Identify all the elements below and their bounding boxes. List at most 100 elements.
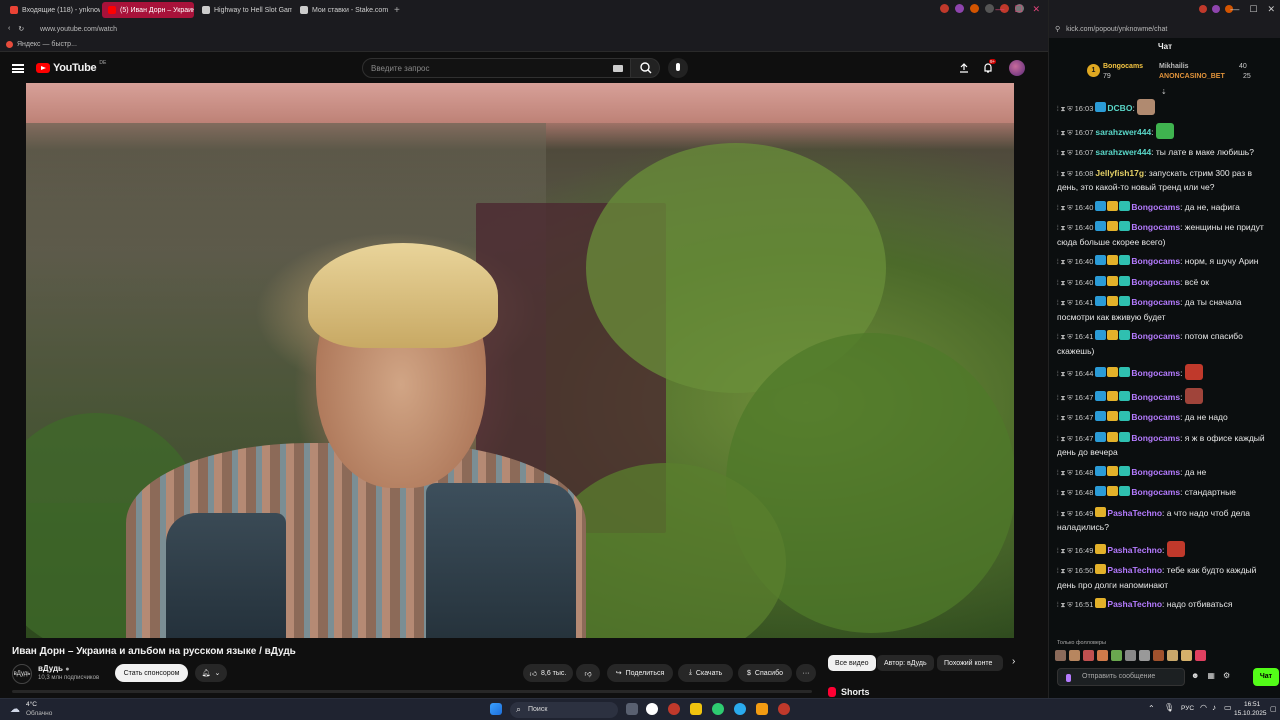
message-username[interactable]: Bongocams [1131, 331, 1180, 341]
emote-icon[interactable] [1167, 650, 1178, 661]
message-username[interactable]: Bongocams [1131, 277, 1180, 287]
wifi-icon[interactable]: ◠ [1200, 703, 1207, 712]
moderation-icon[interactable]: ⦙ ⧗ ⛨ [1057, 395, 1073, 402]
moderation-icon[interactable]: ⦙ ⧗ ⛨ [1057, 106, 1073, 113]
search-input[interactable]: Введите запрос [362, 58, 632, 78]
chip-similar[interactable]: Похожий конте [937, 655, 1003, 671]
message-username[interactable]: DCBO [1107, 103, 1132, 113]
chip-all-videos[interactable]: Все видео [828, 655, 876, 671]
keyboard-icon[interactable] [613, 65, 623, 72]
moderation-icon[interactable]: ⦙ ⧗ ⛨ [1057, 568, 1073, 575]
tray-chevron-icon[interactable]: ⌃ [1148, 704, 1155, 713]
moderation-icon[interactable]: ⦙ ⧗ ⛨ [1057, 300, 1073, 307]
windows-start-icon[interactable] [490, 703, 502, 715]
menu-icon[interactable] [12, 64, 24, 73]
moderation-icon[interactable]: ⦙ ⧗ ⛨ [1057, 371, 1073, 378]
mic-icon[interactable] [1066, 674, 1071, 682]
new-tab-button[interactable]: + [394, 5, 400, 16]
minimize-icon[interactable]: — [995, 4, 1004, 15]
emote-icon[interactable] [1097, 650, 1108, 661]
message-username[interactable]: PashaTechno [1107, 508, 1162, 518]
emote-icon[interactable] [1195, 650, 1206, 661]
message-username[interactable]: Bongocams [1131, 487, 1180, 497]
language-indicator[interactable]: РУС [1181, 705, 1194, 712]
close-icon[interactable]: ✕ [1032, 4, 1040, 15]
extension-icon[interactable] [970, 4, 979, 13]
message-username[interactable]: PashaTechno [1107, 599, 1162, 609]
message-username[interactable]: Jellyfish17g [1095, 168, 1144, 178]
leader-first-name[interactable]: Bongocams [1103, 63, 1143, 70]
extension-icon[interactable] [1212, 5, 1220, 13]
message-username[interactable]: Bongocams [1131, 202, 1180, 212]
channel-name[interactable]: вДудь ● [38, 664, 69, 673]
minimize-icon[interactable]: — [1230, 4, 1239, 15]
voice-search-icon[interactable] [668, 58, 688, 78]
file-explorer-icon[interactable] [690, 703, 702, 715]
close-icon[interactable]: ✕ [1267, 4, 1275, 15]
maximize-icon[interactable]: ☐ [1249, 4, 1257, 15]
search-button[interactable] [630, 58, 660, 78]
message-username[interactable]: PashaTechno [1107, 545, 1162, 555]
scroll-down-icon[interactable]: ⇣ [1161, 88, 1167, 96]
thanks-button[interactable]: $ Спасибо [738, 664, 792, 682]
extension-icon[interactable] [955, 4, 964, 13]
message-username[interactable]: Bongocams [1131, 222, 1180, 232]
emote-icon[interactable] [1069, 650, 1080, 661]
message-username[interactable]: Bongocams [1131, 433, 1180, 443]
message-username[interactable]: Bongocams [1131, 256, 1180, 266]
emote-icon[interactable] [1153, 650, 1164, 661]
mic-tray-icon[interactable]: 🎙︎ [1164, 703, 1174, 712]
youtube-logo[interactable]: YouTube DE [36, 60, 106, 74]
upload-icon[interactable] [958, 62, 970, 74]
extension-icon[interactable] [985, 4, 994, 13]
opera-icon[interactable] [668, 703, 680, 715]
taskbar-search[interactable]: Поиск [510, 702, 618, 718]
moderation-icon[interactable]: ⦙ ⧗ ⛨ [1057, 130, 1073, 137]
browser-tab[interactable]: (5) Иван Дорн – Украина [102, 2, 194, 18]
browser-tab[interactable]: Highway to Hell Slot Gam [196, 2, 292, 18]
browser-tab[interactable]: Мои ставки - Stake.com [294, 2, 390, 18]
chat-url-field[interactable]: kick.com/popout/ynknowme/chat [1066, 26, 1167, 33]
like-button[interactable]: 👍︎ 8,6 тыс. [523, 664, 573, 682]
message-username[interactable]: Bongocams [1131, 297, 1180, 307]
bookmark-item[interactable]: Яндекс — быстр... [17, 41, 77, 48]
sticky-notes-icon[interactable] [756, 703, 768, 715]
moderation-icon[interactable]: ⦙ ⧗ ⛨ [1057, 225, 1073, 232]
moderation-icon[interactable]: ⦙ ⧗ ⛨ [1057, 280, 1073, 287]
emote-icon[interactable] [1083, 650, 1094, 661]
video-player[interactable] [26, 83, 1014, 638]
back-icon[interactable]: ‹ [8, 25, 10, 33]
share-button[interactable]: ↪ Поделиться [607, 664, 673, 682]
emote-icon[interactable] [1139, 650, 1150, 661]
moderation-icon[interactable]: ⦙ ⧗ ⛨ [1057, 150, 1073, 157]
emote-icon[interactable] [1125, 650, 1136, 661]
leader-second-name[interactable]: Mikhailis [1159, 63, 1189, 70]
moderation-icon[interactable]: ⦙ ⧗ ⛨ [1057, 436, 1073, 443]
chat-send-button[interactable]: Чат [1253, 668, 1279, 686]
moderation-icon[interactable]: ⦙ ⧗ ⛨ [1057, 415, 1073, 422]
chips-next-icon[interactable]: › [1012, 656, 1015, 667]
chip-author[interactable]: Автор: вДудь [877, 655, 934, 671]
emoji-icon[interactable]: ☻ [1191, 671, 1199, 680]
stats-icon[interactable]: ▦ [1207, 671, 1215, 680]
moderation-icon[interactable]: ⦙ ⧗ ⛨ [1057, 470, 1073, 477]
download-button[interactable]: ⤓ Скачать [678, 664, 733, 682]
message-username[interactable]: Bongocams [1131, 392, 1180, 402]
opera-gx-icon[interactable] [778, 703, 790, 715]
url-field[interactable]: www.youtube.com/watch [40, 26, 117, 33]
yandex-browser-icon[interactable] [646, 703, 658, 715]
message-username[interactable]: Bongocams [1131, 412, 1180, 422]
chat-input[interactable]: Отправить сообщение [1057, 668, 1185, 686]
message-username[interactable]: Bongocams [1131, 467, 1180, 477]
message-username[interactable]: sarahzwer444 [1095, 127, 1151, 137]
volume-icon[interactable]: ♪ [1212, 703, 1216, 712]
sponsor-button[interactable]: Стать спонсором [115, 664, 188, 682]
message-username[interactable]: PashaTechno [1107, 565, 1162, 575]
emote-icon[interactable] [1111, 650, 1122, 661]
emote-icon[interactable] [1181, 650, 1192, 661]
settings-icon[interactable]: ⚙ [1223, 671, 1230, 680]
avatar[interactable] [1009, 60, 1025, 76]
weather-temp[interactable]: 4°C [26, 701, 37, 708]
subscribe-bell-button[interactable]: 🔔︎ ⌄ [195, 664, 227, 682]
moderation-icon[interactable]: ⦙ ⧗ ⛨ [1057, 511, 1073, 518]
